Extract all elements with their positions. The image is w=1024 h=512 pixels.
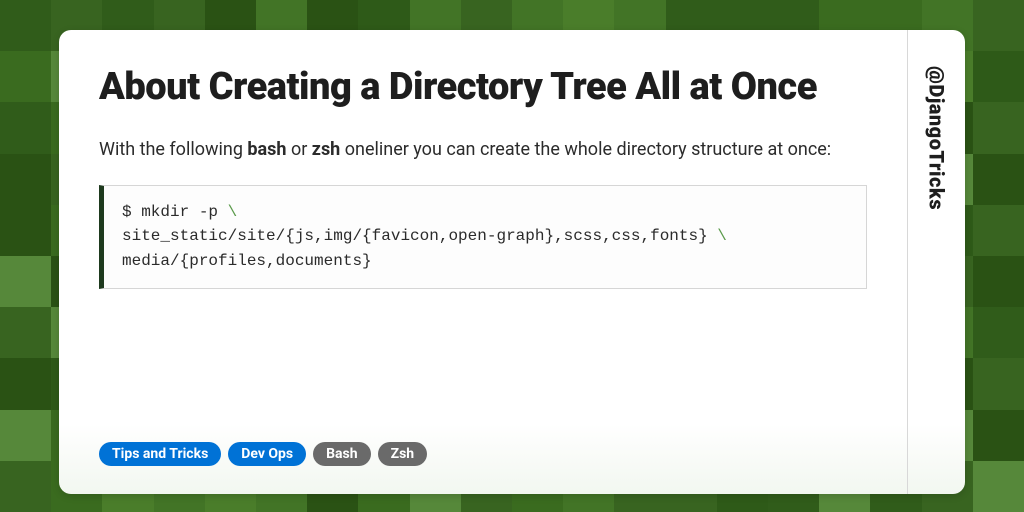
content-area: About Creating a Directory Tree All at O… — [59, 30, 907, 494]
twitter-handle: @DjangoTricks — [925, 66, 949, 210]
description-text: With the following bash or zsh oneliner … — [99, 136, 867, 163]
tag-tips-and-tricks[interactable]: Tips and Tricks — [99, 442, 221, 466]
page-title: About Creating a Directory Tree All at O… — [99, 66, 867, 110]
backslash-icon: \ — [717, 227, 727, 245]
desc-mid: or — [286, 139, 311, 160]
code-line-2: site_static/site/{js,img/{favicon,open-g… — [122, 227, 717, 245]
tag-list: Tips and Tricks Dev Ops Bash Zsh — [99, 442, 867, 466]
content-card: About Creating a Directory Tree All at O… — [59, 30, 965, 494]
sidebar: @DjangoTricks — [907, 30, 965, 494]
desc-pre: With the following — [99, 139, 247, 160]
tag-dev-ops[interactable]: Dev Ops — [228, 442, 306, 466]
code-line-3: media/{profiles,documents} — [122, 252, 372, 270]
desc-post: oneliner you can create the whole direct… — [340, 139, 831, 160]
code-line-1: $ mkdir -p — [122, 203, 228, 221]
code-block: $ mkdir -p \ site_static/site/{js,img/{f… — [99, 185, 867, 289]
desc-zsh: zsh — [312, 139, 341, 160]
desc-bash: bash — [247, 139, 286, 160]
tag-bash[interactable]: Bash — [313, 442, 370, 466]
backslash-icon: \ — [228, 203, 238, 221]
tag-zsh[interactable]: Zsh — [378, 442, 428, 466]
